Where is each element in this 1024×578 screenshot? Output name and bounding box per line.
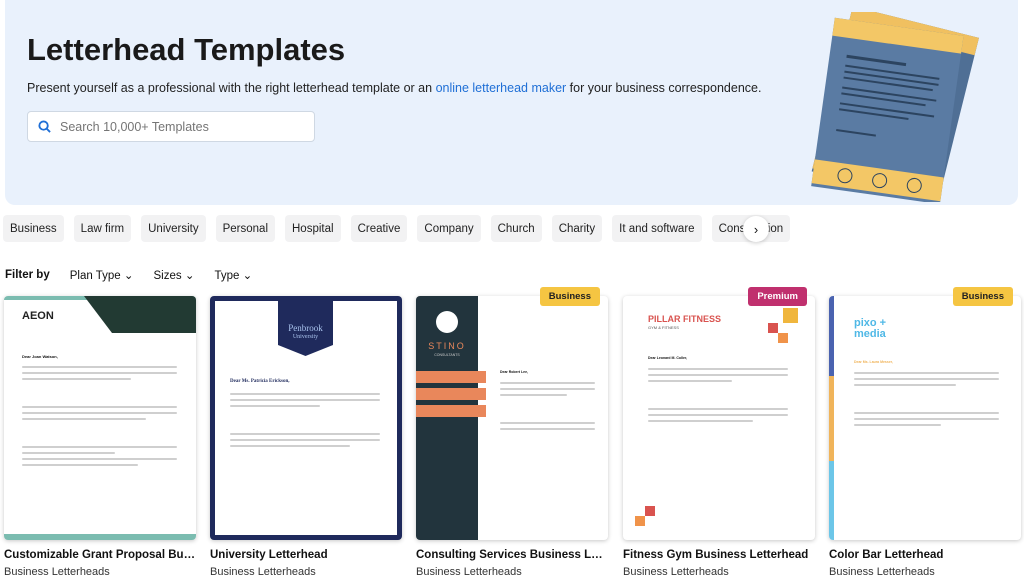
logo-subtext: GYM & FITNESS [648, 325, 679, 330]
filter-label: Filter by [5, 269, 50, 281]
greeting: Dear Robert Lee, [500, 370, 529, 374]
filter-text: Plan Type [69, 270, 121, 282]
hero-banner: Letterhead Templates Present yourself as… [5, 0, 1018, 205]
chevron-down-icon: ⌄ [123, 270, 134, 282]
logo-text: STINO [428, 341, 466, 351]
template-thumbnail[interactable]: STINO CONSULTANTS Dear Robert Lee, [416, 296, 608, 540]
premium-badge: Premium [748, 287, 807, 306]
category-chip[interactable]: Church [490, 215, 542, 242]
greeting: Dear Ms. Laura Messer, [854, 360, 893, 364]
greeting: Dear Joan Watson, [22, 354, 58, 359]
filter-bar: Filter by Plan Type ⌄ Sizes ⌄ Type ⌄ [5, 267, 252, 283]
page-subtitle: Present yourself as a professional with … [27, 81, 761, 95]
template-card[interactable]: AEON Dear Joan Watson, Customizable Gran… [4, 296, 196, 578]
subtitle-text-end: for your business correspondence. [566, 81, 762, 95]
template-thumbnail[interactable]: Penbrook University Dear Ms. Patricia Er… [210, 296, 402, 540]
filter-plan-type[interactable]: Plan Type ⌄ [70, 268, 134, 282]
logo-text: pixo + media [854, 317, 887, 340]
filter-text: Sizes [153, 270, 182, 282]
card-title[interactable]: University Letterhead [210, 549, 402, 561]
chevron-right-icon: › [753, 221, 759, 237]
logo-text: Penbrook [288, 323, 323, 333]
logo-subtext: University [292, 334, 319, 340]
letterhead-illustration [811, 12, 979, 202]
business-badge: Business [539, 287, 600, 306]
business-badge: Business [952, 287, 1013, 306]
logo-text: PILLAR FITNESS [648, 314, 722, 324]
category-chip[interactable]: Creative [350, 215, 408, 242]
card-category: Business Letterheads [4, 566, 110, 578]
card-category: Business Letterheads [416, 566, 522, 578]
chevron-down-icon: ⌄ [242, 270, 253, 282]
search-input[interactable] [60, 119, 290, 134]
card-title[interactable]: Fitness Gym Business Letterhead [623, 549, 815, 561]
category-chip[interactable]: Charity [551, 215, 603, 242]
card-title[interactable]: Consulting Services Business Lett... [416, 549, 608, 561]
greeting: Dear Ms. Patricia Erickson, [230, 379, 290, 384]
page-title: Letterhead Templates [27, 32, 346, 67]
card-category: Business Letterheads [210, 566, 316, 578]
card-title[interactable]: Color Bar Letterhead [829, 549, 1021, 561]
template-card[interactable]: Penbrook University Dear Ms. Patricia Er… [210, 296, 402, 578]
template-thumbnail[interactable]: AEON Dear Joan Watson, [4, 296, 196, 540]
subtitle-text: Present yourself as a professional with … [27, 81, 436, 95]
filter-sizes[interactable]: Sizes ⌄ [154, 268, 195, 282]
logo-text: AEON [22, 310, 54, 322]
logo-subtext: CONSULTANTS [434, 353, 460, 357]
search-icon [38, 120, 51, 133]
card-category: Business Letterheads [623, 566, 729, 578]
filter-text: Type [214, 270, 240, 282]
greeting: Dear Leonard M. Coller, [648, 356, 688, 360]
template-thumbnail[interactable]: pixo + media Dear Ms. Laura Messer, [829, 296, 1021, 540]
category-chips: Business Law firm University Personal Hospit… [3, 215, 791, 242]
template-thumbnail[interactable]: PILLAR FITNESS GYM & FITNESS Dear Leonar… [623, 296, 815, 540]
category-chip[interactable]: Company [417, 215, 481, 242]
chips-next-button[interactable]: › [743, 216, 769, 242]
category-chip[interactable]: Personal [215, 215, 275, 242]
online-letterhead-maker-link[interactable]: online letterhead maker [436, 81, 567, 95]
chevron-down-icon: ⌄ [184, 270, 195, 282]
card-title[interactable]: Customizable Grant Proposal Busi... [4, 549, 196, 561]
category-chip[interactable]: Business [3, 215, 64, 242]
search-box[interactable] [27, 111, 315, 142]
category-chip[interactable]: It and software [612, 215, 702, 242]
category-chip[interactable]: Hospital [285, 215, 341, 242]
category-chip[interactable]: Law firm [73, 215, 132, 242]
card-category: Business Letterheads [829, 566, 935, 578]
template-card[interactable]: Business pixo + media Dear Ms. Laura Mes… [829, 287, 1021, 578]
template-card[interactable]: Business STINO CONSULTANTS Dear Robert L… [416, 287, 608, 578]
template-card[interactable]: Premium PILLAR FITNESS GYM & FITNESS Dea… [623, 287, 815, 578]
filter-type[interactable]: Type ⌄ [214, 268, 252, 282]
category-chip[interactable]: University [141, 215, 206, 242]
